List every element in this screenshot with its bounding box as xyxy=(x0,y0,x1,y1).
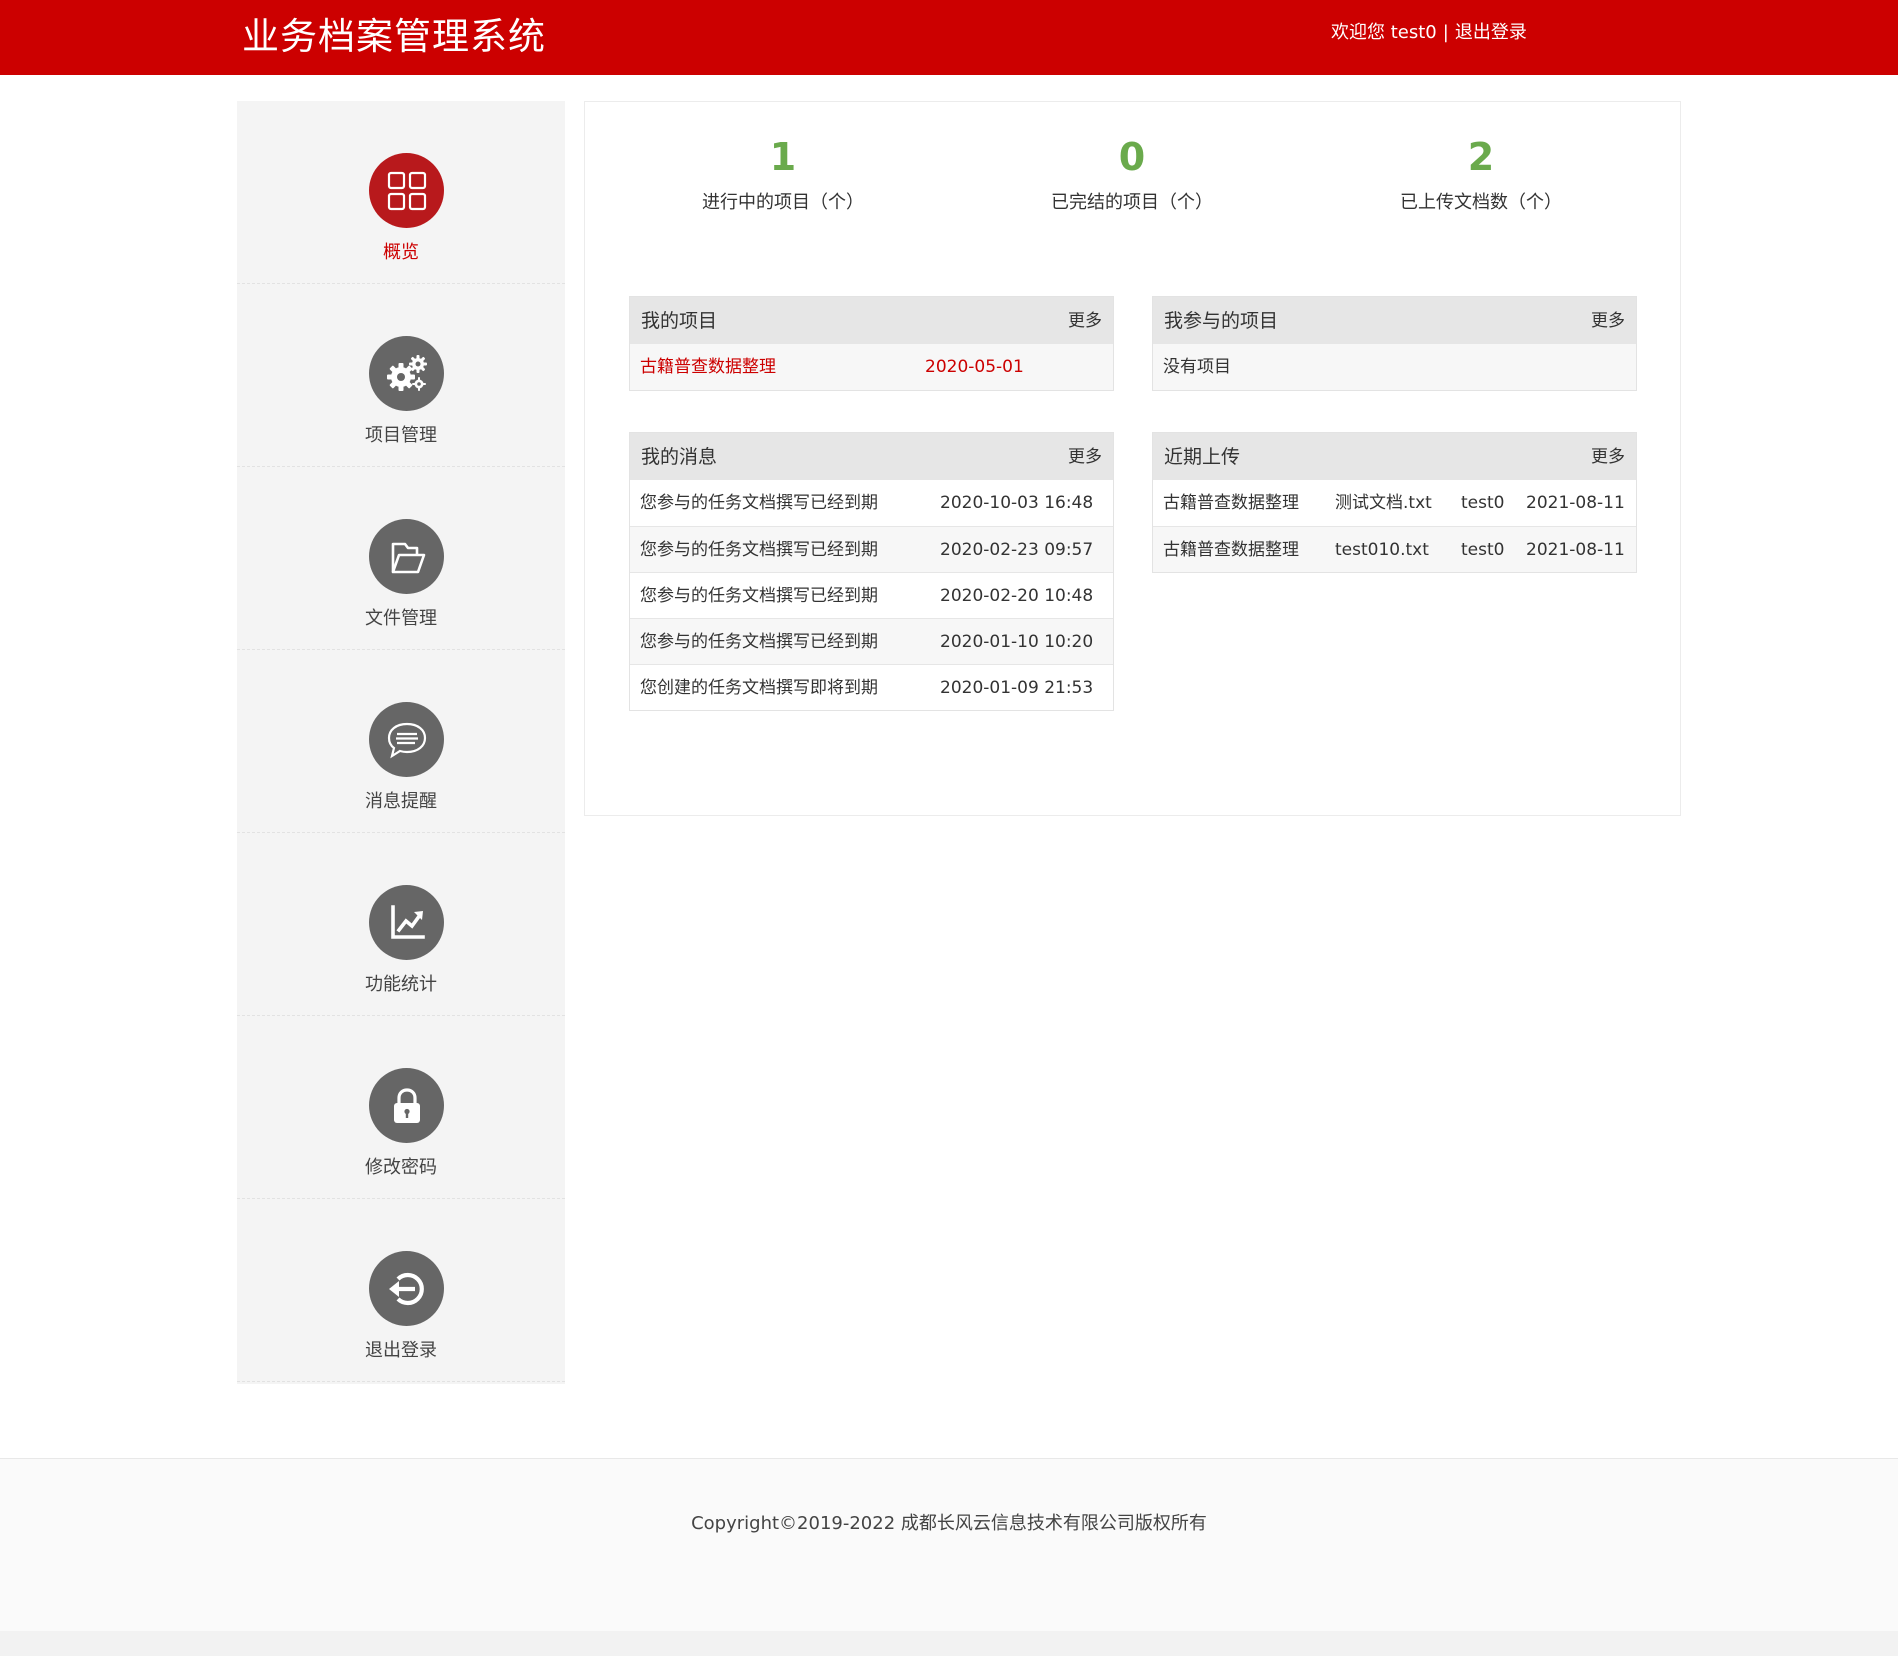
table-row[interactable]: 您参与的任务文档撰写已经到期 2020-01-10 10:20 xyxy=(630,618,1113,664)
table-row[interactable]: 您创建的任务文档撰写即将到期 2020-01-09 21:53 xyxy=(630,664,1113,710)
message-time: 2020-01-09 21:53 xyxy=(940,678,1094,698)
recent-uploads-more-link[interactable]: 更多 xyxy=(1591,446,1625,468)
overview-panel: 1 进行中的项目（个） 0 已完结的项目（个） 2 已上传文档数（个） 我的项目… xyxy=(584,101,1681,816)
joined-projects-more-link[interactable]: 更多 xyxy=(1591,310,1625,332)
table-row[interactable]: 您参与的任务文档撰写已经到期 2020-02-20 10:48 xyxy=(630,572,1113,618)
my-messages-box: 我的消息 更多 您参与的任务文档撰写已经到期 2020-10-03 16:48 … xyxy=(629,432,1114,711)
sidebar-item-statistics[interactable]: 功能统计 xyxy=(237,833,565,1016)
grid-icon xyxy=(369,153,444,228)
sidebar-item-change-password[interactable]: 修改密码 xyxy=(237,1016,565,1199)
sidebar-item-label: 消息提醒 xyxy=(365,791,437,812)
list-item: 没有项目 xyxy=(1153,344,1636,390)
table-row[interactable]: 古籍普查数据整理 2020-05-01 xyxy=(630,344,1113,390)
box-title: 我的消息 xyxy=(641,446,718,468)
box-body: 没有项目 xyxy=(1153,344,1636,390)
gears-icon xyxy=(369,336,444,411)
app-title: 业务档案管理系统 xyxy=(242,15,546,58)
upload-project: 古籍普查数据整理 xyxy=(1163,540,1299,560)
box-header: 我的项目 更多 xyxy=(630,297,1113,344)
joined-projects-box: 我参与的项目 更多 没有项目 xyxy=(1152,296,1637,391)
stat-value: 1 xyxy=(769,135,797,179)
message-text[interactable]: 您参与的任务文档撰写已经到期 xyxy=(640,619,878,665)
stat-value: 0 xyxy=(1118,135,1146,179)
footer: Copyright©2019-2022 成都长风云信息技术有限公司版权所有 xyxy=(0,1458,1898,1631)
header-logout-link[interactable]: 退出登录 xyxy=(1455,22,1527,43)
sidebar-item-label: 项目管理 xyxy=(365,425,437,446)
stat-label: 已上传文档数（个） xyxy=(1400,192,1562,213)
recent-uploads-box: 近期上传 更多 古籍普查数据整理 测试文档.txt test0 2021-08-… xyxy=(1152,432,1637,573)
stat-value: 2 xyxy=(1467,135,1495,179)
message-time: 2020-02-20 10:48 xyxy=(940,586,1094,606)
project-date: 2020-05-01 xyxy=(925,357,1024,377)
welcome-text: 欢迎您 test0 xyxy=(1331,22,1437,43)
box-body: 古籍普查数据整理 2020-05-01 xyxy=(630,344,1113,390)
message-text[interactable]: 您创建的任务文档撰写即将到期 xyxy=(640,665,878,711)
box-title: 我参与的项目 xyxy=(1164,310,1279,332)
sidebar-item-label: 功能统计 xyxy=(365,974,437,995)
empty-text: 没有项目 xyxy=(1163,357,1231,377)
table-row[interactable]: 您参与的任务文档撰写已经到期 2020-02-23 09:57 xyxy=(630,526,1113,572)
upload-file[interactable]: 测试文档.txt xyxy=(1335,480,1432,526)
upload-date: 2021-08-11 xyxy=(1526,493,1625,513)
sidebar-item-label: 文件管理 xyxy=(365,608,437,629)
message-text[interactable]: 您参与的任务文档撰写已经到期 xyxy=(640,573,878,619)
sidebar-item-overview[interactable]: 概览 xyxy=(237,101,565,284)
upload-date: 2021-08-11 xyxy=(1526,540,1625,560)
box-header: 我的消息 更多 xyxy=(630,433,1113,480)
sidebar-item-files[interactable]: 文件管理 xyxy=(237,467,565,650)
sidebar-item-logout[interactable]: 退出登录 xyxy=(237,1199,565,1382)
table-row[interactable]: 您参与的任务文档撰写已经到期 2020-10-03 16:48 xyxy=(630,480,1113,526)
box-body: 您参与的任务文档撰写已经到期 2020-10-03 16:48 您参与的任务文档… xyxy=(630,480,1113,710)
box-header: 近期上传 更多 xyxy=(1153,433,1636,480)
sidebar: 概览 项目管理 文件管理 消息提醒 功能统计 修改密码 退出登录 xyxy=(237,101,565,1384)
project-name[interactable]: 古籍普查数据整理 xyxy=(640,344,776,390)
sidebar-item-label: 修改密码 xyxy=(365,1157,437,1178)
chat-bubble-icon xyxy=(369,702,444,777)
folder-open-icon xyxy=(369,519,444,594)
top-header: 业务档案管理系统 欢迎您 test0 | 退出登录 xyxy=(0,0,1898,75)
sidebar-item-projects[interactable]: 项目管理 xyxy=(237,284,565,467)
stats-row: 1 进行中的项目（个） 0 已完结的项目（个） 2 已上传文档数（个） xyxy=(585,132,1682,232)
stat-ongoing-projects: 1 进行中的项目（个） xyxy=(633,132,933,216)
line-chart-icon xyxy=(369,885,444,960)
copyright-text: Copyright©2019-2022 成都长风云信息技术有限公司版权所有 xyxy=(691,1513,1207,1534)
user-area: 欢迎您 test0 | 退出登录 xyxy=(1331,20,1527,46)
table-row[interactable]: 古籍普查数据整理 测试文档.txt test0 2021-08-11 xyxy=(1153,480,1636,526)
exit-arrow-icon xyxy=(369,1251,444,1326)
header-separator: | xyxy=(1442,22,1449,43)
box-header: 我参与的项目 更多 xyxy=(1153,297,1636,344)
upload-project: 古籍普查数据整理 xyxy=(1163,493,1299,513)
upload-user: test0 xyxy=(1461,540,1505,560)
message-text[interactable]: 您参与的任务文档撰写已经到期 xyxy=(640,527,878,573)
sidebar-item-label: 退出登录 xyxy=(365,1340,437,1361)
box-title: 近期上传 xyxy=(1164,446,1241,468)
stat-uploaded-docs: 2 已上传文档数（个） xyxy=(1331,132,1631,216)
stat-finished-projects: 0 已完结的项目（个） xyxy=(982,132,1282,216)
message-text[interactable]: 您参与的任务文档撰写已经到期 xyxy=(640,480,878,526)
message-time: 2020-02-23 09:57 xyxy=(940,540,1094,560)
upload-user: test0 xyxy=(1461,493,1505,513)
my-projects-box: 我的项目 更多 古籍普查数据整理 2020-05-01 xyxy=(629,296,1114,391)
page: 业务档案管理系统 欢迎您 test0 | 退出登录 概览 项目管理 文件管理 消… xyxy=(0,0,1898,1631)
message-time: 2020-01-10 10:20 xyxy=(940,632,1094,652)
lock-icon xyxy=(369,1068,444,1143)
box-body: 古籍普查数据整理 测试文档.txt test0 2021-08-11 古籍普查数… xyxy=(1153,480,1636,572)
my-messages-more-link[interactable]: 更多 xyxy=(1068,446,1102,468)
message-time: 2020-10-03 16:48 xyxy=(940,493,1094,513)
my-projects-more-link[interactable]: 更多 xyxy=(1068,310,1102,332)
stat-label: 进行中的项目（个） xyxy=(702,192,864,213)
box-title: 我的项目 xyxy=(641,310,718,332)
sidebar-item-label: 概览 xyxy=(383,242,419,263)
stat-label: 已完结的项目（个） xyxy=(1051,192,1213,213)
upload-file[interactable]: test010.txt xyxy=(1335,527,1429,573)
sidebar-item-messages[interactable]: 消息提醒 xyxy=(237,650,565,833)
table-row[interactable]: 古籍普查数据整理 test010.txt test0 2021-08-11 xyxy=(1153,526,1636,572)
